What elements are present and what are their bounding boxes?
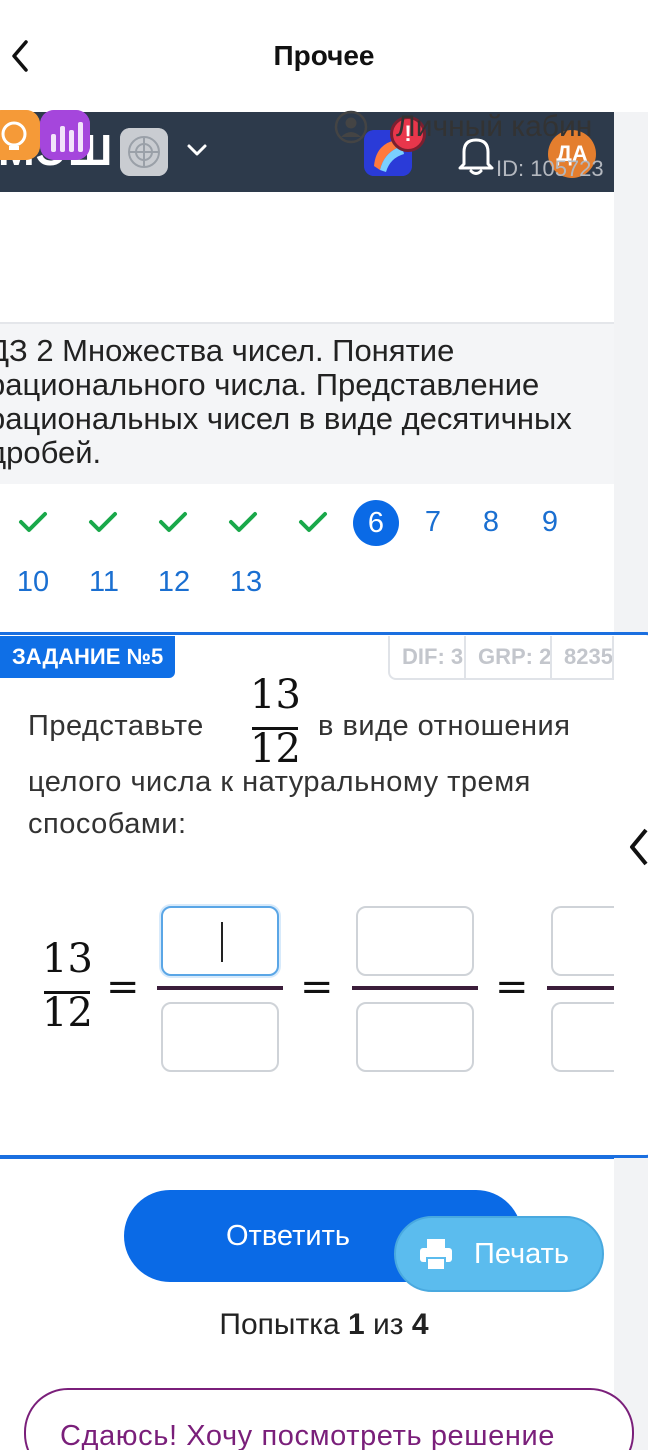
question-text-end: в виде отношения [318,710,571,742]
check-icon[interactable] [158,510,188,534]
print-label: Печать [474,1238,570,1270]
equation-denominator: 12 [42,990,93,1036]
numerator-input-3[interactable] [551,906,614,976]
numerator-input-1[interactable] [161,906,279,976]
card-bottom-border [0,1156,614,1159]
input-fraction-bar [352,986,478,990]
give-up-button[interactable]: Сдаюсь! Хочу посмотреть решение [24,1388,634,1450]
meta-difficulty: DIF: 3 [388,636,466,680]
task-title: ДЗ 2 Множества чисел. Понятие рациональн… [0,333,572,470]
input-fraction-bar [547,986,614,990]
attempt-of: из [373,1308,404,1341]
nav-task[interactable]: 12 [151,566,197,599]
meta-group: GRP: 2 [464,636,552,680]
attempt-current: 1 [348,1308,365,1341]
user-profile-icon[interactable] [334,110,368,144]
question-text-line2: целого числа к натуральному тремя [28,766,531,798]
equals-sign: = [495,964,529,1010]
emblem-icon[interactable] [120,128,168,176]
print-button[interactable]: Печать [394,1216,604,1292]
check-icon[interactable] [228,510,258,534]
chart-app-icon[interactable] [40,110,90,160]
chevron-left-icon[interactable] [628,826,648,868]
printer-icon [420,1239,452,1271]
nav-task[interactable]: 9 [527,506,573,539]
denominator-input-1[interactable] [161,1002,279,1072]
user-id: ID: 105723 [496,156,604,181]
equals-sign: = [300,964,334,1010]
attempt-total: 4 [411,1308,429,1341]
equals-sign: = [106,964,140,1010]
lightbulb-app-icon[interactable] [0,110,40,160]
chevron-down-icon[interactable] [186,142,208,158]
denominator-input-3[interactable] [551,1002,614,1072]
question-text-line3: способами: [28,808,187,840]
page-title: Прочее [273,40,375,71]
personal-cabinet-link[interactable]: Личный кабин [396,110,592,144]
attempt-word: Попытка [219,1308,340,1341]
check-icon[interactable] [18,510,48,534]
equation-numerator: 13 [42,936,93,982]
attempts-counter: Попытка 1 из 4 [0,1308,648,1342]
top-bar: Прочее [0,0,648,112]
denominator-input-2[interactable] [356,1002,474,1072]
check-icon[interactable] [298,510,328,534]
nav-task[interactable]: 13 [223,566,269,599]
nav-task[interactable]: 8 [468,506,514,539]
numerator-input-2[interactable] [356,906,474,976]
nav-task[interactable]: 7 [410,506,456,539]
meta-id: 8235 [550,636,614,680]
fraction-numerator: 13 [250,672,301,718]
check-icon[interactable] [88,510,118,534]
nav-task[interactable]: 11 [81,566,127,599]
task-number-badge: ЗАДАНИЕ №5 [0,636,176,678]
nav-current-task[interactable]: 6 [353,500,399,546]
input-fraction-bar [157,986,283,990]
text-caret [221,922,223,962]
question-text-start: Представьте [28,710,204,742]
nav-task[interactable]: 10 [10,566,56,599]
